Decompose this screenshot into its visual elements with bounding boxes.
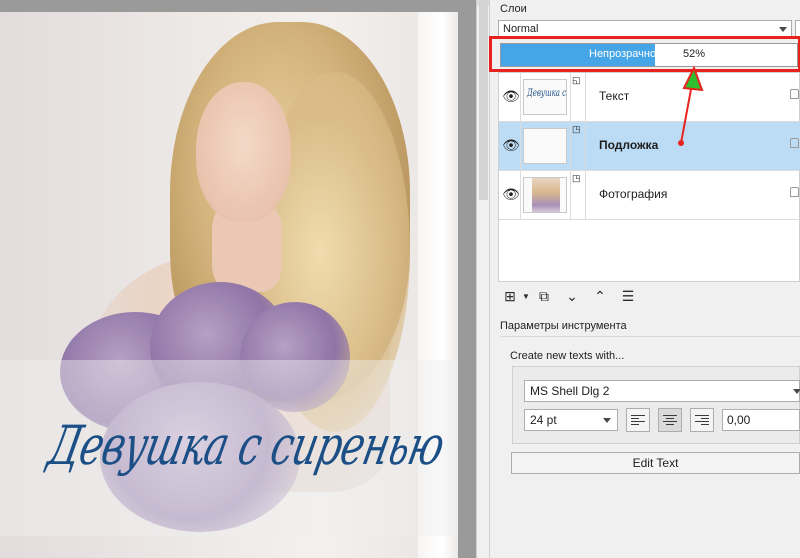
divider: [570, 73, 571, 121]
tool-options-title: Параметры инструмента: [500, 320, 627, 332]
chevron-down-icon: [603, 418, 611, 423]
lock-icon[interactable]: [790, 187, 799, 197]
lock-icon[interactable]: [790, 89, 799, 99]
opacity-label: Непрозрачность:: [589, 48, 676, 60]
text-options-group: [512, 366, 800, 444]
photo-thumbnail-image: [532, 178, 560, 212]
canvas-area[interactable]: Девушка с сиренью: [0, 0, 476, 558]
layer-list: 👁 Девушка с сиренью ◱ Текст 👁 ◳ Подложка…: [498, 72, 800, 282]
divider: [520, 171, 521, 219]
font-family-value: MS Shell Dlg 2: [530, 384, 610, 398]
layers-panel: Слои Normal Непрозрачность: 52% 👁 Девушк…: [489, 0, 800, 558]
divider: [570, 122, 571, 170]
photo-thumbnail: [523, 177, 567, 213]
divider: [585, 73, 586, 121]
layer-type-icon: ◳: [572, 124, 581, 134]
divider: [520, 122, 521, 170]
layer-row-backing[interactable]: 👁 ◳ Подложка: [499, 122, 800, 171]
move-down-icon[interactable]: ⌄: [562, 286, 582, 306]
text-thumbnail: Девушка с сиренью: [523, 79, 567, 115]
font-size-value: 24 pt: [530, 413, 557, 427]
layer-type-icon: ◳: [572, 173, 581, 183]
align-center-icon[interactable]: [658, 408, 682, 432]
canvas-vertical-scrollbar[interactable]: [476, 0, 490, 558]
move-up-icon[interactable]: ⌃: [590, 286, 610, 306]
duplicate-layer-icon[interactable]: ⧉: [534, 286, 554, 306]
blend-mode-value: Normal: [503, 23, 539, 35]
layer-name: Подложка: [599, 138, 659, 152]
eye-icon[interactable]: 👁: [502, 136, 520, 154]
layer-row-text[interactable]: 👁 Девушка с сиренью ◱ Текст: [499, 73, 800, 122]
photo-face: [196, 82, 291, 222]
text-thumbnail-caption: Девушка с сиренью: [527, 88, 567, 99]
eye-icon[interactable]: 👁: [502, 185, 520, 203]
lock-icon[interactable]: [790, 138, 799, 148]
layers-panel-title: Слои: [500, 3, 527, 15]
scrollbar-thumb[interactable]: [479, 0, 488, 200]
blank-thumbnail: [523, 128, 567, 164]
chevron-down-icon: [793, 389, 800, 394]
font-size-select[interactable]: 24 pt: [524, 409, 618, 431]
layer-type-icon: ◱: [572, 75, 581, 85]
create-texts-label: Create new texts with...: [510, 350, 625, 362]
opacity-value: 52%: [683, 48, 706, 60]
layer-row-photo[interactable]: 👁 ◳ Фотография: [499, 171, 800, 220]
opacity-slider[interactable]: Непрозрачность: 52%: [500, 43, 798, 67]
chevron-down-icon[interactable]: ▼: [516, 286, 536, 306]
divider: [585, 171, 586, 219]
divider: [520, 73, 521, 121]
font-family-select[interactable]: MS Shell Dlg 2: [524, 380, 800, 402]
divider: [570, 171, 571, 219]
layer-name: Фотография: [599, 187, 668, 201]
divider: [585, 122, 586, 170]
layer-name: Текст: [599, 89, 630, 103]
letter-spacing-input[interactable]: 0,00: [722, 409, 800, 431]
align-left-icon[interactable]: [626, 408, 650, 432]
layer-properties-icon[interactable]: ☰: [618, 286, 638, 306]
chevron-down-icon: [779, 27, 787, 32]
eye-icon[interactable]: 👁: [502, 87, 520, 105]
canvas-title-text: Девушка с сиренью: [43, 413, 450, 477]
edit-text-button[interactable]: Edit Text: [511, 452, 800, 474]
opacity-highlight-frame: Непрозрачность: 52%: [489, 36, 800, 72]
align-right-icon[interactable]: [690, 408, 714, 432]
